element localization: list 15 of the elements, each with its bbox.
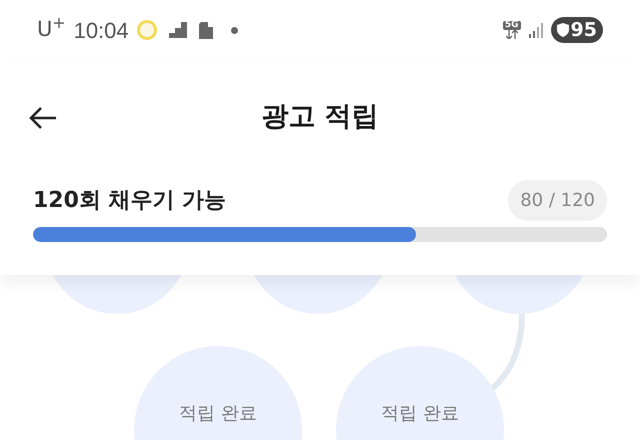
progress-count: 80 / 120 <box>508 180 607 221</box>
clock-time: 10:04 <box>74 16 129 44</box>
carrier-label: U$^{+}$ <box>37 14 66 44</box>
page-title: 광고 적립 <box>261 100 379 134</box>
signal-icon <box>528 22 545 38</box>
back-arrow-icon <box>28 106 58 130</box>
step-label: 적립 완료 <box>179 402 257 426</box>
sd-card-icon <box>198 22 213 38</box>
sun-icon <box>134 18 159 42</box>
step-label: 적립 완료 <box>381 402 459 426</box>
progress-label: 120회 채우기 가능 <box>33 187 226 215</box>
battery-indicator: 95 <box>550 17 603 43</box>
stairs-icon <box>168 22 187 38</box>
dot-icon <box>230 26 238 34</box>
data-arrows-icon <box>506 30 518 39</box>
